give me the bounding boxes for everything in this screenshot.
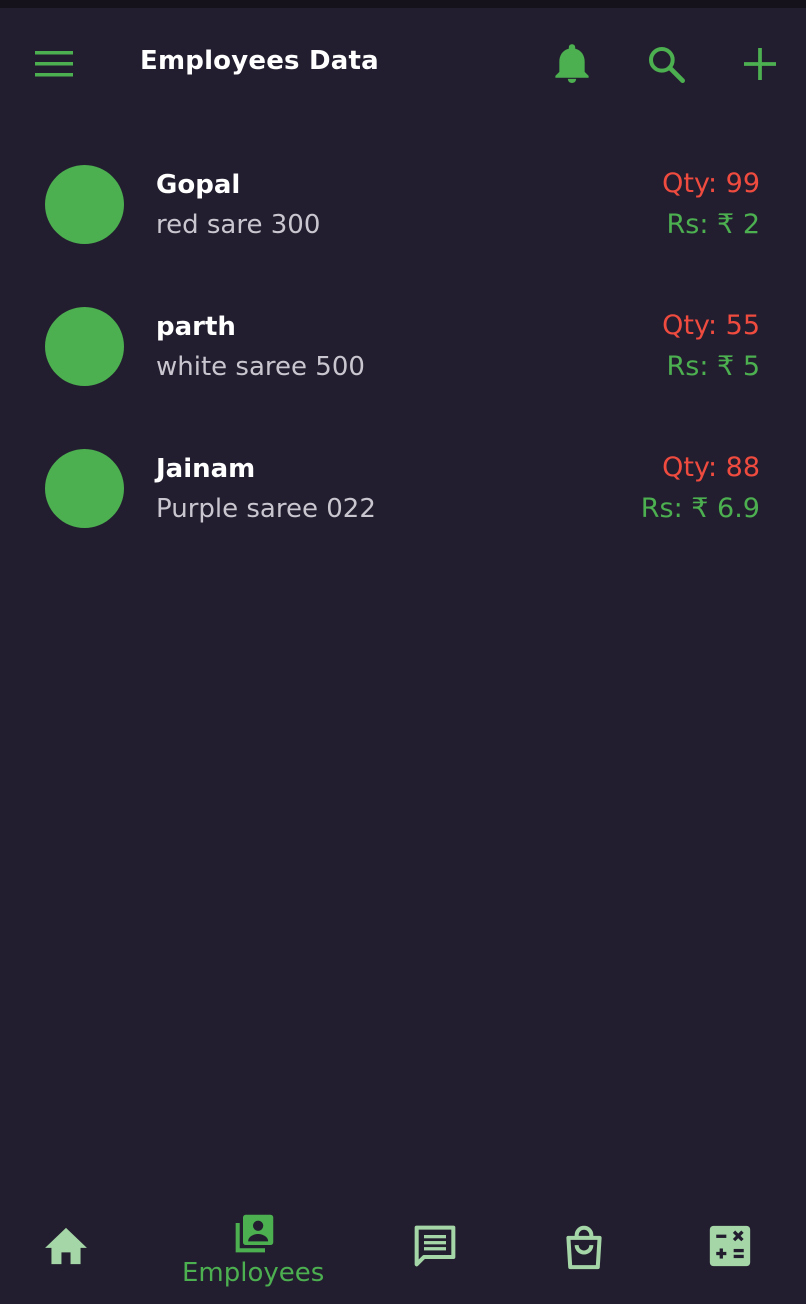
list-item[interactable]: Gopal red sare 300 Qty: 99 Rs: ₹ 2 bbox=[0, 120, 806, 262]
price-label: Rs: ₹ 2 bbox=[666, 209, 760, 240]
employees-icon bbox=[235, 1214, 274, 1253]
employee-description: red sare 300 bbox=[156, 210, 321, 240]
nav-messages[interactable] bbox=[412, 1196, 468, 1304]
add-button[interactable] bbox=[734, 38, 786, 90]
nav-employees-label: Employees bbox=[182, 1258, 325, 1288]
bell-icon bbox=[555, 44, 589, 83]
employee-description: Purple saree 022 bbox=[156, 494, 376, 524]
search-icon bbox=[649, 47, 685, 83]
nav-employees[interactable]: Employees bbox=[170, 1196, 342, 1304]
nav-shop[interactable] bbox=[562, 1196, 618, 1304]
calculator-icon bbox=[709, 1225, 751, 1267]
notifications-button[interactable] bbox=[546, 38, 598, 90]
avatar bbox=[45, 449, 124, 528]
top-app-bar: Employees Data bbox=[0, 8, 806, 120]
menu-icon bbox=[35, 51, 73, 77]
nav-calculator[interactable] bbox=[708, 1196, 764, 1304]
menu-button[interactable] bbox=[30, 40, 78, 88]
quantity-label: Qty: 55 bbox=[662, 310, 760, 341]
list-item[interactable]: parth white saree 500 Qty: 55 Rs: ₹ 5 bbox=[0, 262, 806, 404]
employee-list: Gopal red sare 300 Qty: 99 Rs: ₹ 2 parth… bbox=[0, 120, 806, 546]
shopping-bag-icon bbox=[566, 1225, 602, 1270]
app-screen: Employees Data Gopal red sare 300 Qty: 9… bbox=[0, 0, 806, 1304]
employee-name: Gopal bbox=[156, 170, 241, 200]
page-title: Employees Data bbox=[140, 46, 379, 76]
quantity-label: Qty: 88 bbox=[662, 452, 760, 483]
home-icon bbox=[45, 1227, 87, 1265]
employee-name: Jainam bbox=[156, 454, 256, 484]
price-label: Rs: ₹ 5 bbox=[666, 351, 760, 382]
messages-icon bbox=[414, 1225, 456, 1267]
list-item[interactable]: Jainam Purple saree 022 Qty: 88 Rs: ₹ 6.… bbox=[0, 404, 806, 546]
search-button[interactable] bbox=[640, 38, 692, 90]
avatar bbox=[45, 307, 124, 386]
bottom-navigation: Employees bbox=[0, 1196, 806, 1304]
price-label: Rs: ₹ 6.9 bbox=[640, 493, 760, 524]
nav-home[interactable] bbox=[44, 1196, 100, 1304]
status-bar bbox=[0, 0, 806, 8]
employee-description: white saree 500 bbox=[156, 352, 365, 382]
quantity-label: Qty: 99 bbox=[662, 168, 760, 199]
add-icon bbox=[744, 48, 776, 80]
employee-name: parth bbox=[156, 312, 236, 342]
avatar bbox=[45, 165, 124, 244]
